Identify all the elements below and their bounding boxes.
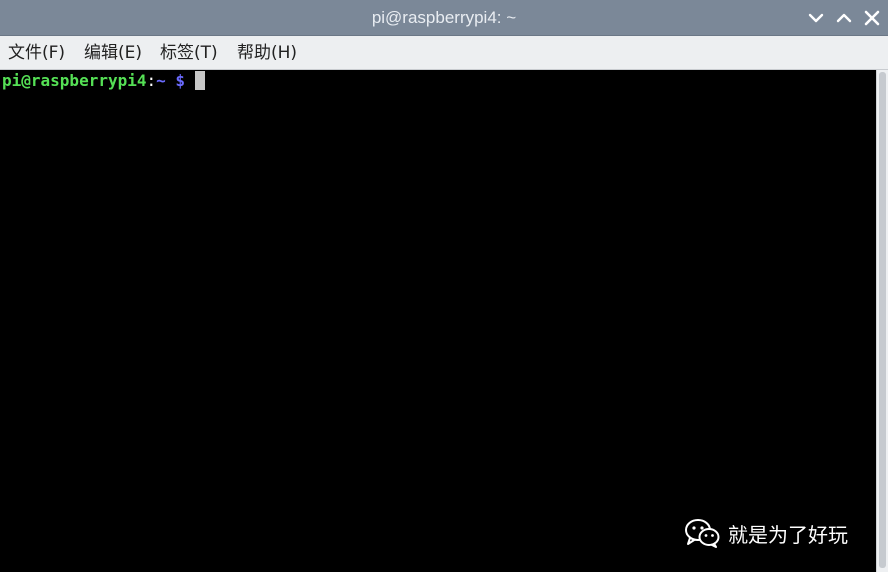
watermark-text: 就是为了好玩 [728,522,848,547]
prompt-path: ~ [156,71,166,90]
prompt-line: pi@raspberrypi4:~ $ [2,70,206,92]
prompt-user-host: pi@raspberrypi4 [2,71,147,90]
text-cursor [195,71,206,90]
menu-tabs[interactable]: 标签(T) [160,36,218,70]
terminal-window: pi@raspberrypi4: ~ 文件(F) 编辑(E) 标签(T) 帮助(… [0,0,888,572]
prompt-colon: : [146,71,157,90]
chevron-down-icon [808,13,824,23]
prompt-symbol: $ [175,71,186,90]
minimize-button[interactable] [806,8,826,28]
watermark: 就是为了好玩 [684,516,848,550]
menu-bar: 文件(F) 编辑(E) 标签(T) 帮助(H) [0,36,888,70]
menu-file[interactable]: 文件(F) [8,36,65,70]
close-button[interactable] [862,8,882,28]
chevron-up-icon [836,13,852,23]
scrollbar-thumb[interactable] [879,72,886,568]
terminal-area[interactable]: pi@raspberrypi4:~ $ [0,70,876,572]
window-title: pi@raspberrypi4: ~ [371,8,517,27]
menu-help[interactable]: 帮助(H) [237,36,297,70]
window-controls [802,0,888,36]
wechat-icon [684,518,720,548]
close-icon [864,10,880,26]
menu-edit[interactable]: 编辑(E) [84,36,142,70]
maximize-button[interactable] [834,8,854,28]
title-bar[interactable]: pi@raspberrypi4: ~ [0,0,888,36]
vertical-scrollbar[interactable] [876,70,888,572]
